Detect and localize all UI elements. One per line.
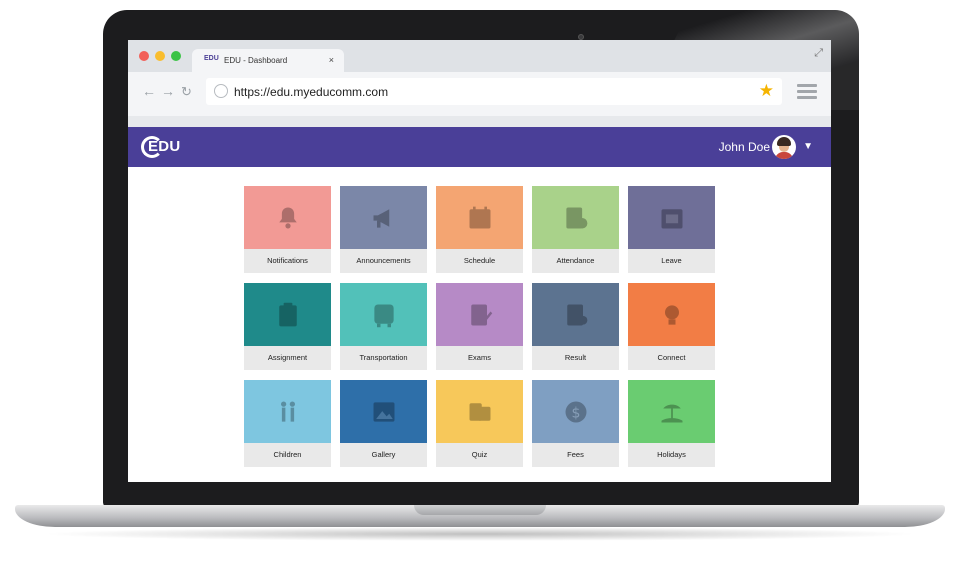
tile-label: Notifications	[267, 256, 308, 265]
back-icon[interactable]: ←	[142, 83, 156, 99]
laptop-shadow	[40, 527, 920, 541]
tile-attendance[interactable]: Attendance	[532, 186, 619, 273]
bookmark-star-icon[interactable]: ★	[759, 81, 774, 101]
app-header: EDU John Doe ▼	[128, 127, 831, 167]
tile-label: Gallery	[371, 450, 396, 459]
avatar-hair	[777, 137, 791, 146]
laptop-notch	[414, 505, 546, 515]
quiz-icon	[469, 402, 490, 421]
dollar-icon: $	[565, 401, 586, 422]
tab-title: EDU - Dashboard	[224, 56, 288, 65]
attendance-icon	[565, 207, 587, 228]
tile-color-panel	[340, 380, 427, 443]
tab-close-icon[interactable]: ×	[329, 55, 334, 65]
tile-transportation[interactable]: Transportation	[340, 283, 427, 370]
tile-color-panel	[436, 380, 523, 443]
chrome-divider	[128, 116, 831, 127]
tile-color-panel	[628, 380, 715, 443]
dashboard-grid: Notifications Announcements Schedule Attend…	[244, 186, 716, 467]
browser-tab[interactable]: EDU EDU - Dashboard ×	[192, 49, 344, 72]
tile-schedule[interactable]: Schedule	[436, 186, 523, 273]
tile-label: Result	[564, 353, 587, 362]
tile-label: Announcements	[356, 256, 411, 265]
tile-label: Quiz	[471, 450, 488, 459]
beach-icon	[661, 404, 682, 422]
tile-notifications[interactable]: Notifications	[244, 186, 331, 273]
avatar[interactable]	[772, 135, 796, 159]
app-logo[interactable]: EDU	[148, 138, 181, 155]
user-menu-chevron-icon[interactable]: ▼	[803, 141, 813, 152]
tile-children[interactable]: Children	[244, 380, 331, 467]
tile-color-panel	[436, 186, 523, 249]
tile-label: Schedule	[463, 256, 496, 265]
laptop-scene: EDU EDU - Dashboard × ⤢ ← → ↻ https://ed…	[0, 0, 960, 561]
tab-bar: EDU EDU - Dashboard × ⤢	[128, 40, 831, 72]
tile-label: Exams	[468, 353, 491, 362]
image-icon	[373, 401, 394, 422]
tile-color-panel	[628, 186, 715, 249]
url-text[interactable]: https://edu.myeducomm.com	[234, 85, 388, 99]
window-close-button[interactable]	[139, 51, 149, 61]
user-name[interactable]: John Doe	[719, 140, 770, 154]
globe-icon	[214, 84, 228, 98]
tile-color-panel	[340, 186, 427, 249]
favicon-icon: EDU	[204, 55, 219, 62]
lightbulb-icon	[664, 304, 679, 325]
tile-fees[interactable]: $ Fees	[532, 380, 619, 467]
tile-color-panel	[436, 283, 523, 346]
fullscreen-icon[interactable]: ⤢	[814, 47, 823, 60]
laptop-screen: EDU EDU - Dashboard × ⤢ ← → ↻ https://ed…	[128, 40, 831, 482]
tile-label: Leave	[661, 256, 682, 265]
bus-icon	[373, 304, 394, 327]
tile-color-panel	[628, 283, 715, 346]
tile-quiz[interactable]: Quiz	[436, 380, 523, 467]
reload-icon[interactable]: ↻	[181, 84, 192, 100]
tile-exams[interactable]: Exams	[436, 283, 523, 370]
tile-announcements[interactable]: Announcements	[340, 186, 427, 273]
tile-holidays[interactable]: Holidays	[628, 380, 715, 467]
tile-label: Connect	[657, 353, 686, 362]
address-bar[interactable]: https://edu.myeducomm.com ★	[206, 78, 782, 105]
window-minimize-button[interactable]	[155, 51, 165, 61]
leave-calendar-icon	[661, 208, 682, 228]
tile-label: Transportation	[359, 353, 408, 362]
tile-color-panel	[532, 283, 619, 346]
exam-icon	[470, 304, 492, 325]
tile-label: Attendance	[556, 256, 595, 265]
tile-color-panel	[244, 186, 331, 249]
tile-leave[interactable]: Leave	[628, 186, 715, 273]
tile-connect[interactable]: Connect	[628, 283, 715, 370]
browser-chrome: EDU EDU - Dashboard × ⤢ ← → ↻ https://ed…	[128, 40, 831, 127]
bell-icon	[278, 207, 297, 228]
tile-label: Holidays	[657, 450, 686, 459]
tile-assignment[interactable]: Assignment	[244, 283, 331, 370]
tile-color-panel	[244, 283, 331, 346]
calendar-icon	[469, 206, 490, 228]
avatar-shirt	[775, 152, 793, 159]
svg-text:$: $	[571, 405, 580, 421]
tile-label: Fees	[567, 450, 584, 459]
tile-result[interactable]: Result	[532, 283, 619, 370]
tile-color-panel	[532, 186, 619, 249]
tile-color-panel	[340, 283, 427, 346]
tile-label: Children	[273, 450, 302, 459]
children-icon	[280, 401, 295, 422]
forward-icon[interactable]: →	[161, 83, 175, 99]
tile-color-panel	[244, 380, 331, 443]
tile-gallery[interactable]: Gallery	[340, 380, 427, 467]
result-icon	[566, 304, 587, 325]
tile-color-panel: $	[532, 380, 619, 443]
tile-label: Assignment	[267, 353, 308, 362]
browser-menu-icon[interactable]	[797, 84, 817, 102]
megaphone-icon	[373, 208, 389, 228]
window-maximize-button[interactable]	[171, 51, 181, 61]
clipboard-icon	[278, 302, 297, 326]
